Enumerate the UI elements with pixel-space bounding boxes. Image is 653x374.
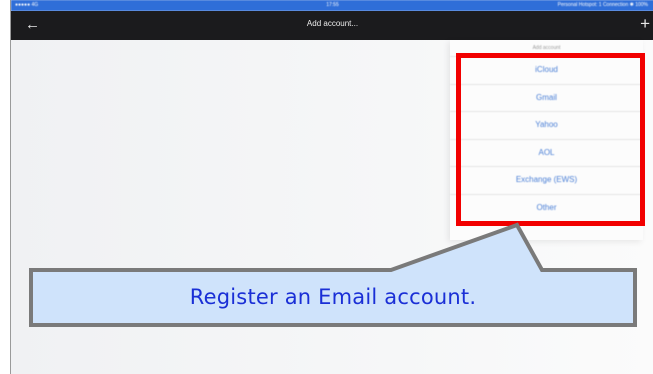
account-option-icloud[interactable]: iCloud xyxy=(450,56,643,84)
account-option-gmail[interactable]: Gmail xyxy=(450,83,643,112)
page-title: Add account... xyxy=(306,19,359,28)
account-option-aol[interactable]: AOL xyxy=(450,138,643,167)
callout-text: Register an Email account. xyxy=(189,285,477,309)
add-icon[interactable]: + xyxy=(640,14,650,34)
add-account-popover: Add account iCloud Gmail Yahoo AOL Excha… xyxy=(450,40,643,240)
popover-header: Add account xyxy=(532,45,561,51)
account-option-other[interactable]: Other xyxy=(450,193,643,222)
account-option-yahoo[interactable]: Yahoo xyxy=(450,111,643,139)
account-option-exchange[interactable]: Exchange (EWS) xyxy=(450,166,643,194)
status-right: Personal Hotspot: 1 Connection ✱ 100% xyxy=(557,2,648,8)
status-bar: ●●●●● 4G 17:55 Personal Hotspot: 1 Conne… xyxy=(11,0,653,11)
navigation-bar: ← Add account... + xyxy=(11,11,653,40)
tutorial-screenshot: ●●●●● 4G 17:55 Personal Hotspot: 1 Conne… xyxy=(0,0,653,374)
